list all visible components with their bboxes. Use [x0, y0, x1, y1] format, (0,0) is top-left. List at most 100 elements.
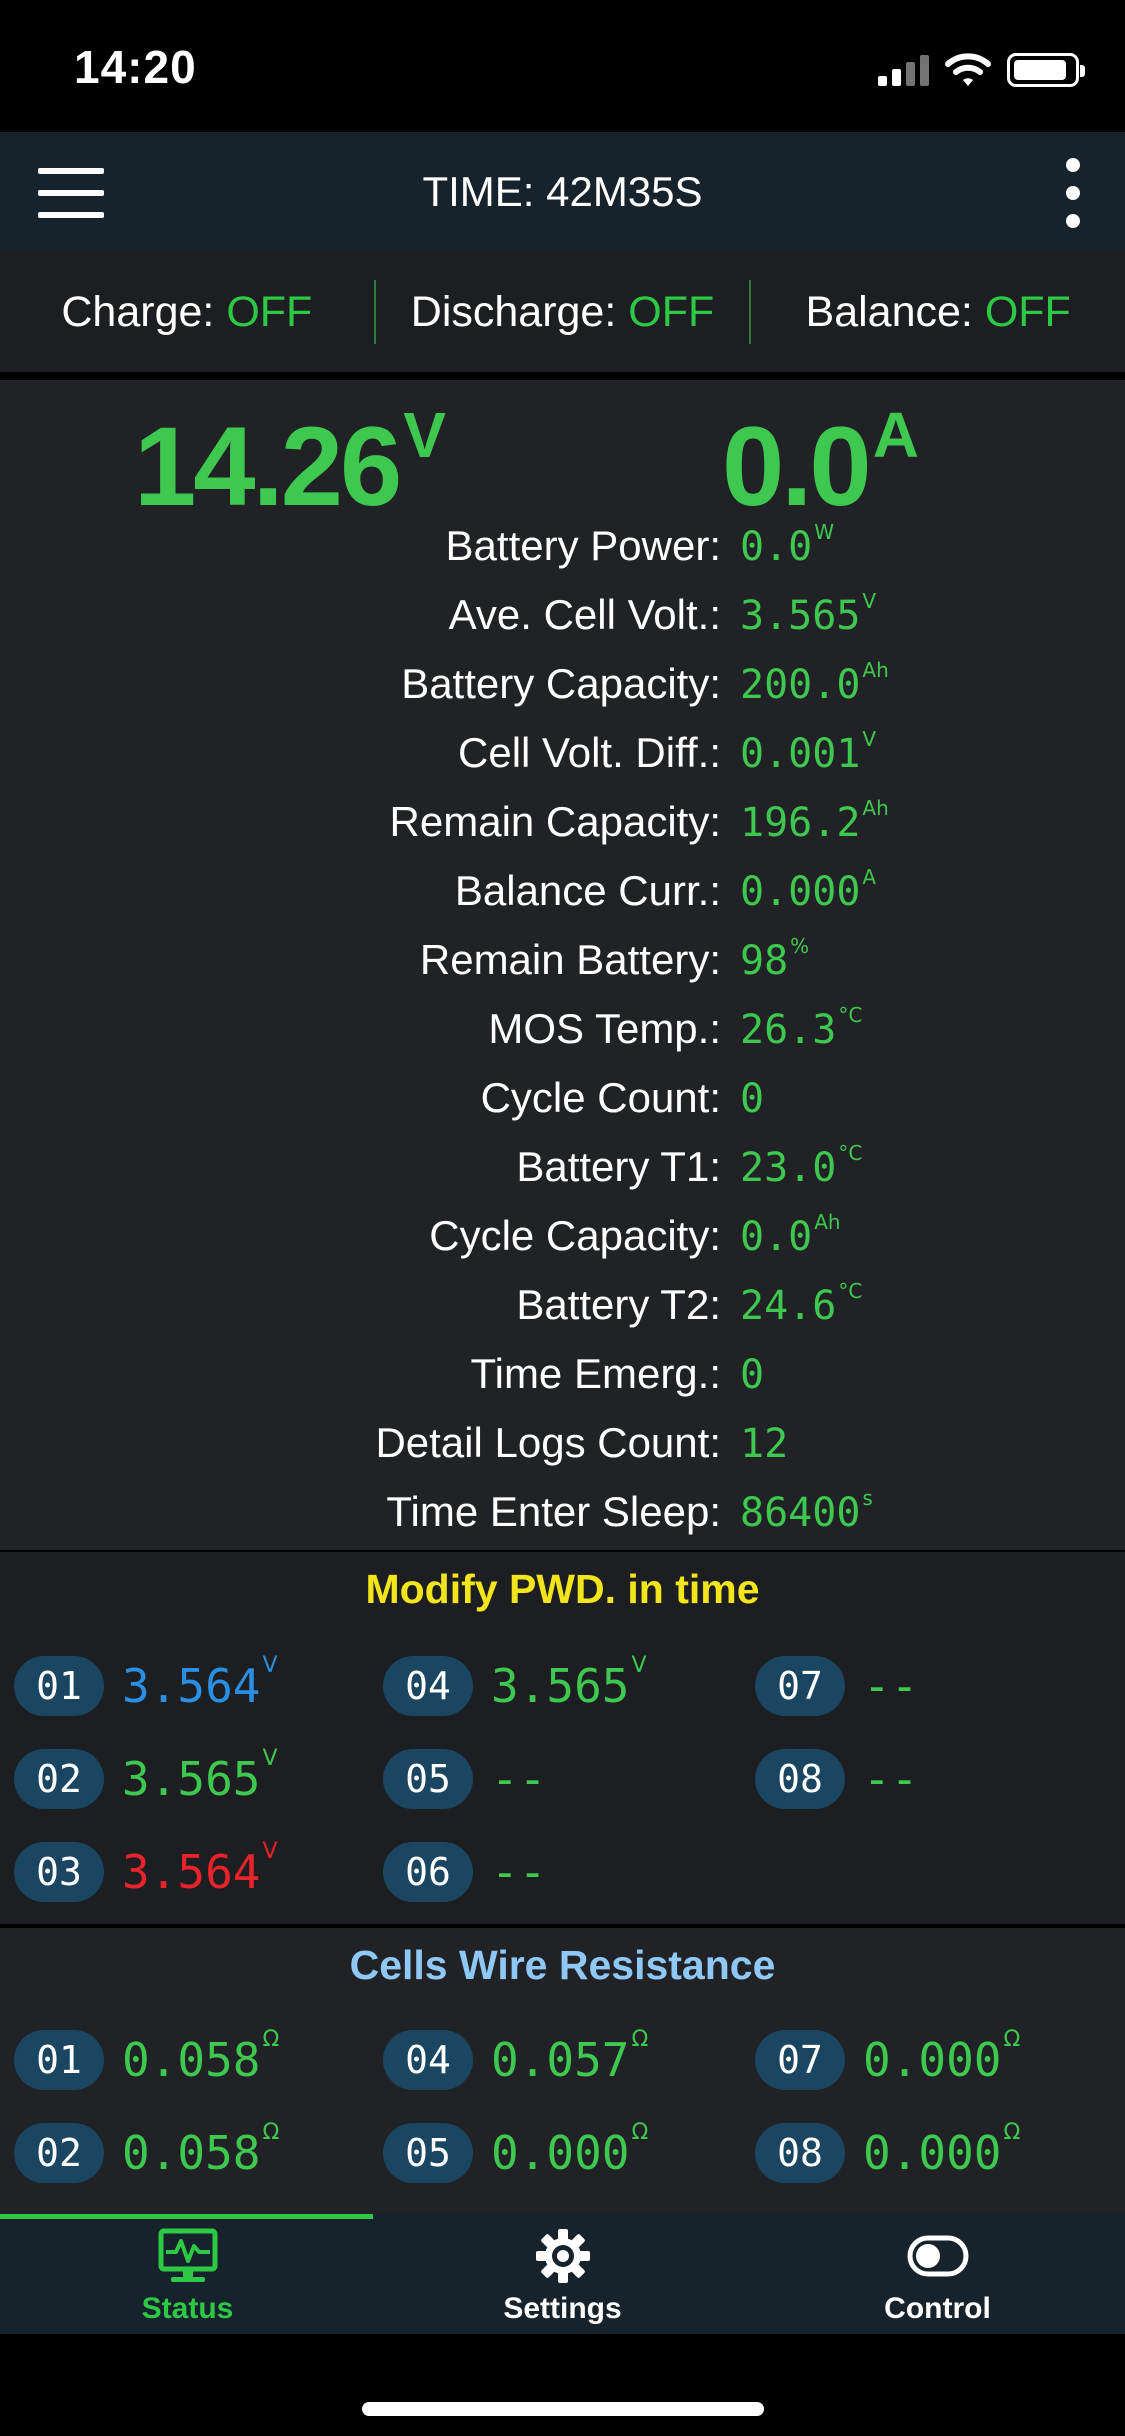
discharge-label: Discharge:: [410, 287, 629, 336]
reading-label: Battery Capacity:: [401, 660, 721, 707]
wire-resistance-panel: Cells Wire Resistance 01 0.058Ω 02 0.058…: [0, 1928, 1125, 2214]
reading-label: Remain Battery:: [419, 936, 721, 983]
reading-label: Detail Logs Count:: [375, 1419, 721, 1466]
cell-voltage-value: 3.564V: [122, 1839, 278, 1899]
reading-label: Battery T2:: [516, 1281, 721, 1328]
reading-label: Time Enter Sleep:: [386, 1488, 721, 1535]
total-current-value: 0.0: [722, 404, 872, 529]
tab-status[interactable]: Status: [0, 2214, 375, 2334]
wire-resistance-value: 0.057Ω: [491, 2027, 649, 2087]
tab-settings-label: Settings: [503, 2292, 622, 2325]
tab-control-label: Control: [884, 2292, 991, 2325]
cell-voltage-item: 06 --: [383, 1840, 546, 1904]
cell-badge: 06: [383, 1842, 473, 1902]
cell-voltage-value: 3.564V: [122, 1653, 278, 1713]
reading-value: 200.0 Ah: [740, 658, 889, 708]
cell-voltage-item: 01 3.564V: [14, 1653, 278, 1718]
wire-resistance-item: 07 0.000Ω: [755, 2027, 1021, 2092]
toggle-icon: [907, 2235, 969, 2277]
status-bar: 14:20: [0, 0, 1125, 132]
cell-voltage-item: 08 --: [755, 1747, 918, 1811]
wire-resistance-value: 0.058Ω: [122, 2120, 280, 2180]
total-voltage-unit: V: [403, 399, 446, 471]
cell-voltage-value: 3.565V: [491, 1653, 647, 1713]
reading-value: 26.3 °C: [740, 1003, 863, 1053]
reading-row: Cycle Count: 0: [0, 1074, 1125, 1134]
cell-badge: 07: [755, 2030, 845, 2090]
switch-status-row: Charge: OFF Discharge: OFF Balance: OFF: [0, 252, 1125, 372]
reading-label: MOS Temp.:: [488, 1005, 721, 1052]
cell-voltage-value: --: [863, 1752, 919, 1806]
cell-badge: 01: [14, 2030, 104, 2090]
reading-value: 0: [740, 1076, 765, 1122]
cell-badge: 05: [383, 1749, 473, 1809]
reading-value: 0.001 V: [740, 727, 877, 777]
wire-resistance-title: Cells Wire Resistance: [349, 1942, 776, 1988]
more-vertical-icon[interactable]: [1055, 158, 1091, 228]
cell-badge: 02: [14, 2123, 104, 2183]
reading-row: Time Enter Sleep: 86400 s: [0, 1486, 1125, 1548]
wire-resistance-value: 0.000Ω: [863, 2027, 1021, 2087]
reading-row: Detail Logs Count: 12: [0, 1419, 1125, 1479]
home-indicator[interactable]: [362, 2402, 764, 2416]
reading-row: Time Emerg.: 0: [0, 1350, 1125, 1410]
wire-resistance-value: 0.000Ω: [491, 2120, 649, 2180]
discharge-value: OFF: [628, 287, 715, 336]
cell-voltage-item: 02 3.565V: [14, 1746, 278, 1811]
reading-label: Battery Power:: [445, 522, 721, 569]
cell-badge: 04: [383, 1656, 473, 1716]
tab-control[interactable]: Control: [750, 2214, 1125, 2334]
discharge-status: Discharge: OFF: [376, 288, 750, 337]
cell-badge: 08: [755, 2123, 845, 2183]
total-current-unit: A: [872, 399, 919, 471]
reading-row: Battery T1: 23.0 °C: [0, 1141, 1125, 1203]
cell-badge: 03: [14, 1842, 104, 1902]
wire-resistance-value: 0.058Ω: [122, 2027, 280, 2087]
cell-voltage-value: --: [491, 1845, 547, 1899]
wire-resistance-item: 08 0.000Ω: [755, 2120, 1020, 2185]
cell-voltage-value: --: [863, 1659, 919, 1713]
total-current: 0.0A: [722, 399, 919, 531]
reading-row: Battery Capacity: 200.0 Ah: [0, 658, 1125, 720]
reading-value: 0.000 A: [740, 865, 877, 915]
tab-settings[interactable]: Settings: [375, 2214, 750, 2334]
cell-voltage-value: 3.565V: [122, 1746, 278, 1806]
charge-value: OFF: [226, 287, 313, 336]
reading-label: Remain Capacity:: [389, 798, 721, 845]
reading-label: Balance Curr.:: [454, 867, 721, 914]
app-header: TIME: 42M35S: [0, 132, 1125, 252]
cell-voltage-item: 04 3.565V: [383, 1653, 647, 1718]
wire-resistance-item: 01 0.058Ω: [14, 2027, 280, 2092]
reading-row: Battery Power: 0.0 W: [0, 520, 1125, 582]
reading-row: MOS Temp.: 26.3 °C: [0, 1003, 1125, 1065]
wire-resistance-item: 04 0.057Ω: [383, 2027, 649, 2092]
reading-row: Remain Capacity: 196.2 Ah: [0, 796, 1125, 858]
header-title: TIME: 42M35S: [422, 168, 703, 215]
reading-value: 196.2 Ah: [740, 796, 889, 846]
reading-value: 3.565 V: [740, 589, 877, 639]
cell-badge: 08: [755, 1749, 845, 1809]
reading-row: Balance Curr.: 0.000 A: [0, 865, 1125, 927]
reading-label: Time Emerg.:: [470, 1350, 721, 1397]
reading-label: Cycle Capacity:: [429, 1212, 721, 1259]
reading-value: 86400 s: [740, 1486, 873, 1536]
cell-voltage-title: Modify PWD. in time: [365, 1566, 760, 1612]
home-indicator-area: [0, 2334, 1125, 2436]
gear-icon: [536, 2229, 590, 2283]
total-voltage-value: 14.26: [134, 404, 402, 529]
reading-label: Cycle Count:: [480, 1074, 721, 1121]
wifi-icon: [945, 53, 991, 86]
cell-badge: 05: [383, 2123, 473, 2183]
reading-row: Ave. Cell Volt.: 3.565 V: [0, 589, 1125, 651]
wire-resistance-item: 02 0.058Ω: [14, 2120, 280, 2185]
reading-value: 12: [740, 1421, 789, 1467]
reading-row: Cell Volt. Diff.: 0.001 V: [0, 727, 1125, 789]
reading-label: Ave. Cell Volt.:: [448, 591, 721, 638]
tab-status-label: Status: [141, 2292, 234, 2325]
status-icons: [878, 50, 1085, 90]
cell-voltage-panel: Modify PWD. in time 01 3.564V 02 3.565V …: [0, 1552, 1125, 1924]
wire-resistance-item: 05 0.000Ω: [383, 2120, 649, 2185]
reading-value: 0.0 W: [740, 520, 835, 570]
cell-badge: 01: [14, 1656, 104, 1716]
reading-value: 23.0 °C: [740, 1141, 863, 1191]
